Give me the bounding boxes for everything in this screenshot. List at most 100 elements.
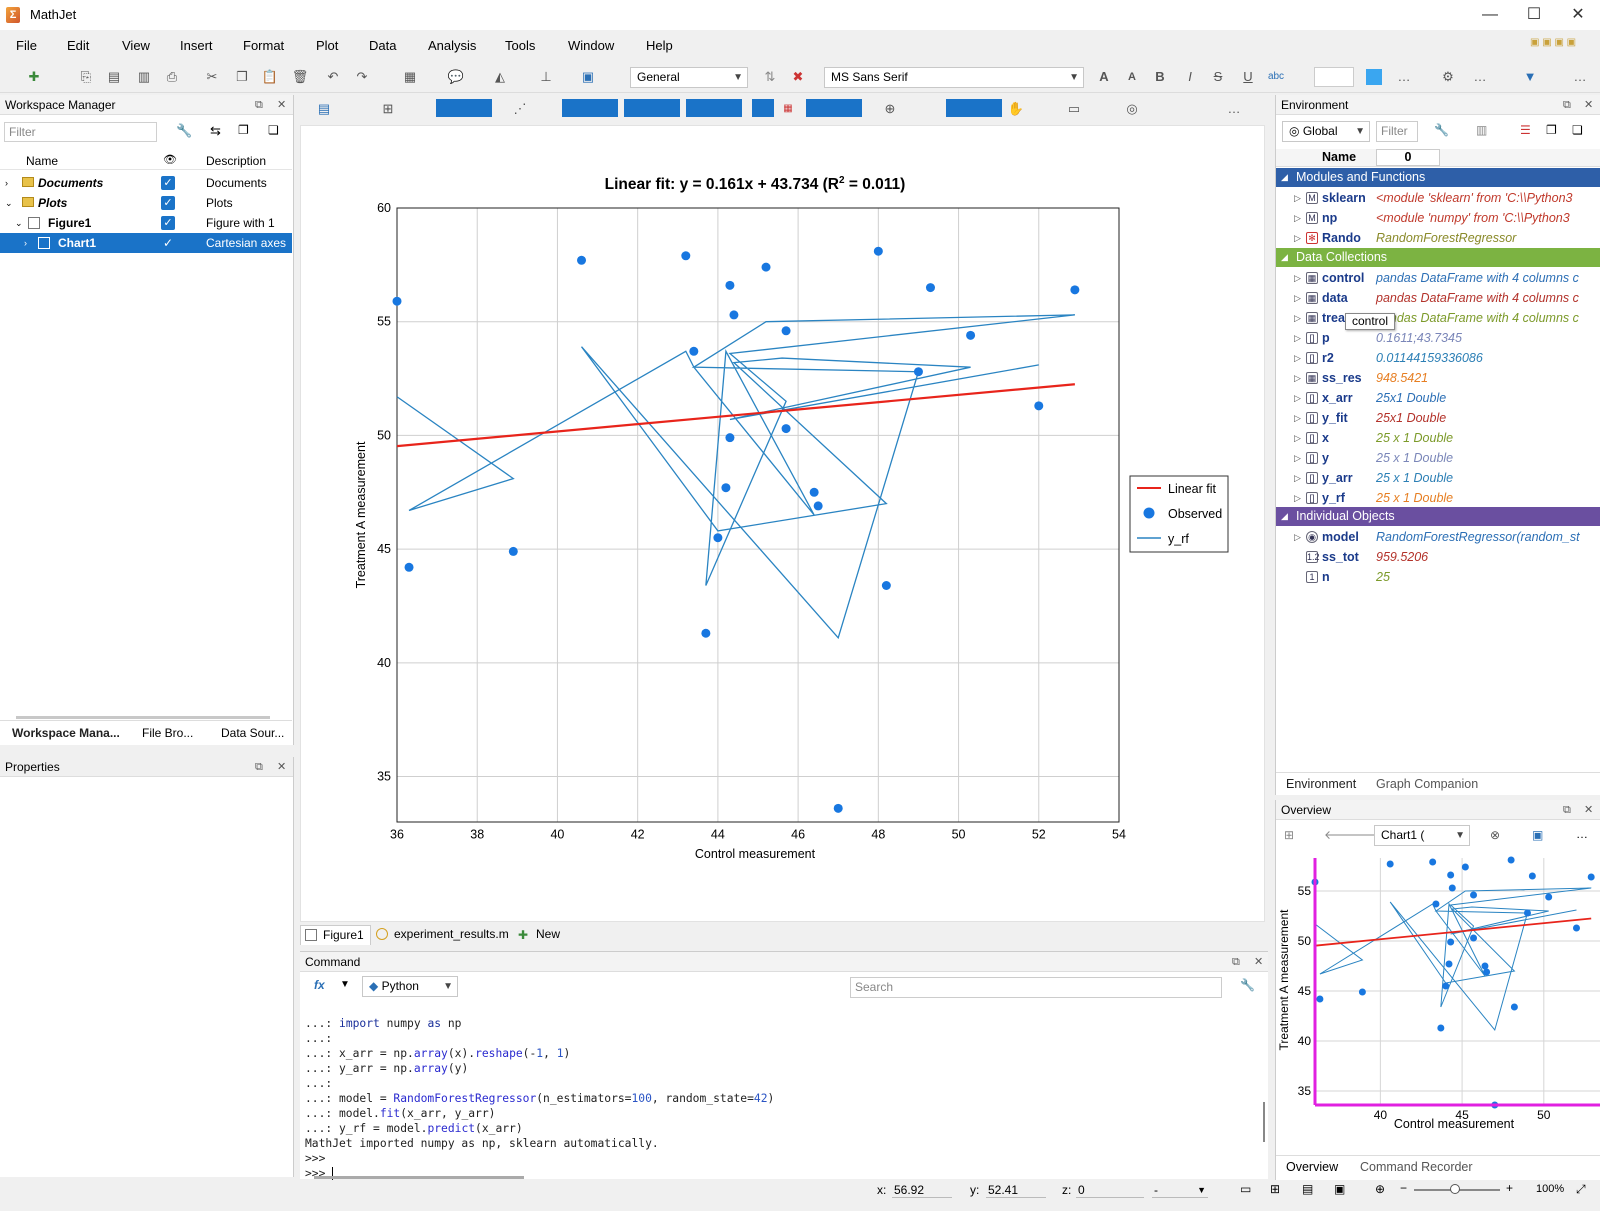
menu-data[interactable]: Data	[369, 38, 396, 53]
observed-point[interactable]	[925, 283, 935, 293]
workspace-filter-input[interactable]: Filter	[4, 122, 157, 142]
style-clear-icon[interactable]: ✖	[788, 67, 808, 87]
observed-point[interactable]	[833, 803, 843, 813]
expand-icon[interactable]: ▷	[1294, 328, 1301, 348]
visibility-checkbox[interactable]: ✓	[161, 196, 175, 210]
observed-point[interactable]	[809, 487, 819, 497]
float-panel-icon[interactable]: ⧉	[255, 757, 263, 777]
command-search-input[interactable]: Search	[850, 977, 1222, 998]
print-icon[interactable]: ⎙	[162, 67, 182, 87]
expand-chevron-icon[interactable]: ⌄	[15, 213, 23, 233]
more-icon[interactable]: …	[1224, 99, 1244, 119]
expand-icon[interactable]: ▷	[1294, 348, 1301, 368]
expand-icon[interactable]: ▷	[1294, 228, 1301, 248]
tab-environment[interactable]: Environment	[1286, 777, 1356, 791]
tab-figure1[interactable]: Figure1	[300, 925, 371, 945]
language-select[interactable]: ◆ Python ▼	[362, 976, 458, 997]
observed-point[interactable]	[725, 280, 735, 290]
tree-row-figure1[interactable]: ⌄ Figure1 ✓ Figure with 1 ch.	[0, 213, 292, 250]
horizontal-scrollbar[interactable]	[314, 1176, 524, 1179]
tree-row-chart1[interactable]: › Chart1 ✓ Cartesian axes c.	[0, 233, 292, 270]
font-select[interactable]: MS Sans Serif ▼	[824, 67, 1084, 88]
style-apply-icon[interactable]: ⇅	[760, 67, 780, 87]
observed-point[interactable]	[721, 483, 731, 493]
env-row-model[interactable]: ▷ ◉ model RandomForestRegressor(random_st	[1276, 527, 1600, 547]
expand-icon[interactable]: ▷	[1294, 288, 1301, 308]
menu-edit[interactable]: Edit	[67, 38, 89, 53]
env-row-data[interactable]: ▷ ▦ data pandas DataFrame with 4 columns c	[1276, 288, 1600, 308]
chart-view-icon[interactable]: ▭	[1240, 1182, 1251, 1196]
observed-point[interactable]	[1070, 285, 1080, 295]
bold-icon[interactable]: B	[1150, 67, 1170, 87]
observed-point[interactable]	[1034, 401, 1044, 411]
view-mode-icon[interactable]: ▥	[1476, 123, 1487, 137]
chart-canvas[interactable]: Linear fit: y = 0.161x + 43.734 (R2 = 0.…	[300, 125, 1265, 922]
visibility-checkbox[interactable]: ✓	[161, 176, 175, 190]
env-row-x-arr[interactable]: ▷ [] x_arr 25x1 Double	[1276, 388, 1600, 408]
observed-point[interactable]	[781, 424, 791, 434]
col-name-header[interactable]: Name	[1322, 150, 1356, 164]
env-row-sklearn[interactable]: ▷ Msklearn <module 'sklearn' from 'C:\\Pyt…	[1276, 188, 1600, 208]
pointer-select[interactable]	[946, 99, 1002, 117]
save-all-icon[interactable]: ▥	[134, 67, 154, 87]
settings-gear-icon[interactable]: ⚙	[1438, 67, 1458, 87]
tree-row-documents[interactable]: › Documents ✓ Documents	[0, 173, 292, 193]
menu-tools[interactable]: Tools	[505, 38, 535, 53]
series-layer[interactable]	[392, 246, 1080, 813]
tab-workspace-manager[interactable]: Workspace Mana...	[12, 726, 120, 740]
env-row-ss-tot[interactable]: 1.2 ss_tot 959.5206	[1276, 547, 1600, 567]
annotation-icon[interactable]: ▭	[1064, 99, 1084, 119]
fill-color-select[interactable]	[1314, 67, 1354, 87]
save-icon[interactable]: ▤	[104, 67, 124, 87]
plot-type-icon[interactable]: ◭	[490, 67, 510, 87]
expand-chevron-icon[interactable]: ›	[5, 173, 8, 193]
env-row-control[interactable]: ▷ ▦ control pandas DataFrame with 4 columns…	[1276, 268, 1600, 288]
env-row-x[interactable]: ▷ [] x 25 x 1 Double	[1276, 428, 1600, 448]
table-view-icon[interactable]	[752, 99, 774, 117]
maximize-button[interactable]: ☐	[1514, 4, 1554, 26]
strikethrough-icon[interactable]: S	[1208, 67, 1228, 87]
expand-icon[interactable]: ▷	[1294, 527, 1301, 547]
observed-point[interactable]	[881, 580, 891, 590]
collapse-icon[interactable]: ◢	[1281, 507, 1288, 526]
decrease-font-icon[interactable]: A	[1122, 67, 1142, 87]
menu-insert[interactable]: Insert	[180, 38, 213, 53]
grid-view-icon[interactable]: ⊞	[1270, 1182, 1280, 1196]
env-row-rando[interactable]: ▷ ✻ Rando RandomForestRegressor	[1276, 228, 1600, 248]
increase-font-icon[interactable]: A	[1094, 67, 1114, 87]
copy-icon[interactable]: ❐	[1546, 123, 1557, 137]
expand-all-icon[interactable]: ❏	[268, 123, 279, 137]
menu-help[interactable]: Help	[646, 38, 673, 53]
float-panel-icon[interactable]: ⧉	[255, 95, 263, 115]
menu-plot[interactable]: Plot	[316, 38, 338, 53]
line-color-select[interactable]	[436, 99, 492, 117]
col-description-header[interactable]: Description	[206, 154, 266, 168]
env-row-y-rf[interactable]: ▷ [] y_rf 25 x 1 Double	[1276, 488, 1600, 508]
observed-point[interactable]	[761, 262, 771, 272]
paste-icon[interactable]: 📋	[260, 67, 280, 87]
paste-icon[interactable]: ❏	[1572, 123, 1583, 137]
zoom-out-button[interactable]: −	[1400, 1181, 1407, 1195]
env-row-n[interactable]: 1 n 25	[1276, 567, 1600, 587]
menu-format[interactable]: Format	[243, 38, 284, 53]
new-project-icon[interactable]: ✚	[24, 67, 44, 87]
wrench-icon[interactable]: 🔧	[176, 123, 192, 139]
menu-view[interactable]: View	[122, 38, 150, 53]
zoom-slider-handle[interactable]	[1450, 1184, 1460, 1194]
tab-overview[interactable]: Overview	[1286, 1160, 1338, 1174]
expand-icon[interactable]: ▷	[1294, 468, 1301, 488]
more-icon[interactable]: …	[1470, 67, 1490, 87]
more-icon[interactable]: …	[1576, 827, 1588, 841]
redo-icon[interactable]: ↷	[352, 67, 372, 87]
cut-icon[interactable]: ✂	[202, 67, 222, 87]
env-row-p[interactable]: ▷ [] p 0.1611;43.7345	[1276, 328, 1600, 348]
env-row-np[interactable]: ▷ Mnp <module 'numpy' from 'C:\\Python3	[1276, 208, 1600, 228]
more-icon[interactable]: …	[1394, 67, 1414, 87]
fit-page-icon[interactable]: ⤢	[1576, 1182, 1586, 1197]
wrench-icon[interactable]: 🔧	[1434, 123, 1449, 137]
expand-chevron-icon[interactable]: ⌄	[5, 193, 13, 213]
open-icon[interactable]: ⎘	[76, 67, 96, 87]
series-linear-fit-line[interactable]	[396, 383, 1075, 448]
observed-point[interactable]	[873, 246, 883, 256]
expand-icon[interactable]: ▷	[1294, 268, 1301, 288]
